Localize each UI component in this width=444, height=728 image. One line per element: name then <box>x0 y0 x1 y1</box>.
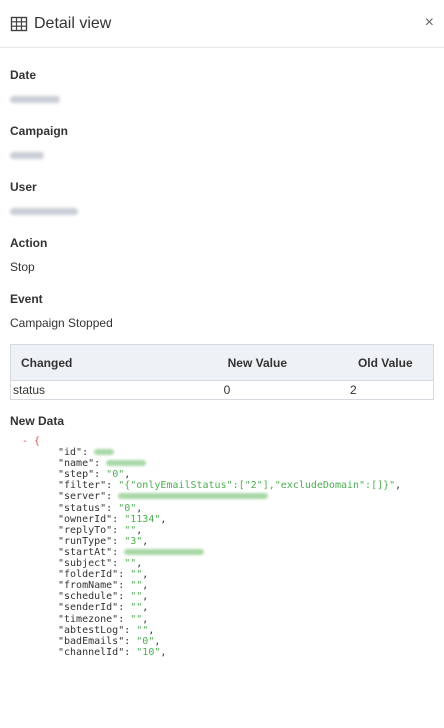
column-header-new-value: New Value <box>91 344 348 381</box>
json-line: "subject": "", <box>58 558 143 570</box>
json-viewer: - { "id": "name": "step": "0", "filter": … <box>10 436 434 658</box>
json-key: "channelId": <box>58 646 137 658</box>
json-line: "status": "0", <box>58 502 143 514</box>
json-line: "senderId": "", <box>58 602 149 614</box>
json-key: "startAt": <box>58 546 125 558</box>
event-label: Event <box>10 292 43 306</box>
json-value: "" <box>130 613 143 625</box>
column-header-changed: Changed <box>10 344 92 381</box>
json-key: "replyTo": <box>58 524 125 536</box>
json-value: "0" <box>136 635 155 647</box>
json-value: "0" <box>118 502 137 514</box>
json-line: "server": <box>22 491 434 502</box>
table-cell: status <box>10 380 92 400</box>
json-value-redacted <box>118 493 269 500</box>
json-value-redacted <box>106 460 147 467</box>
modal-header: Detail view × <box>0 0 444 48</box>
json-key: "name": <box>58 458 107 470</box>
json-key: "abtestLog": <box>58 624 137 636</box>
json-line: "schedule": "", <box>58 591 149 603</box>
json-line: "runType": "3", <box>58 535 149 547</box>
date-label: Date <box>10 68 37 82</box>
json-value: "10" <box>136 646 161 658</box>
changes-table: Changed New Value Old Value status 0 2 <box>10 344 434 400</box>
json-value: "" <box>130 602 143 614</box>
json-value: "" <box>130 580 143 592</box>
json-key: "fromName": <box>58 580 131 592</box>
json-value: "" <box>130 569 143 581</box>
campaign-label: Campaign <box>10 124 69 138</box>
json-key: "id": <box>58 447 95 459</box>
table-cell: 2 <box>347 380 434 400</box>
json-line: "name": <box>22 458 434 469</box>
json-line: "channelId": "10", <box>58 646 167 658</box>
json-line: "abtestLog": "", <box>58 624 155 636</box>
json-value: "1134" <box>124 513 161 525</box>
json-key: "ownerId": <box>58 513 125 525</box>
new-data-label: New Data <box>10 414 65 428</box>
json-key: "folderId": <box>58 569 131 581</box>
user-value-redacted <box>10 204 434 218</box>
action-value: Stop <box>10 260 35 274</box>
table-row: status 0 2 <box>10 380 434 400</box>
json-line: "filter": "{"onlyEmailStatus":["2"],"exc… <box>58 480 402 492</box>
user-label: User <box>10 180 37 194</box>
json-key: "schedule": <box>58 591 131 603</box>
json-key: "subject": <box>58 558 125 570</box>
json-value-redacted <box>124 548 205 555</box>
detail-body: Date Campaign User Action Stop Event Cam… <box>0 68 444 658</box>
modal-title: Detail view <box>34 14 112 32</box>
close-icon[interactable]: × <box>425 14 434 32</box>
json-line: "fromName": "", <box>58 580 149 592</box>
json-key: "timezone": <box>58 613 131 625</box>
json-line: "folderId": "", <box>58 569 149 581</box>
table-cell: 0 <box>91 380 348 400</box>
json-line: "badEmails": "0", <box>58 635 161 647</box>
json-value: "3" <box>124 535 143 547</box>
campaign-value-redacted <box>10 148 434 162</box>
json-value: "" <box>124 524 137 536</box>
table-grid-icon <box>10 15 28 33</box>
collapse-toggle[interactable]: - { <box>22 436 40 447</box>
json-value: "{"onlyEmailStatus":["2"],"excludeDomain… <box>118 480 396 492</box>
json-key: "step": <box>58 469 107 481</box>
date-value-redacted <box>10 92 434 106</box>
column-header-old-value: Old Value <box>347 344 434 381</box>
json-key: "server": <box>58 491 119 503</box>
json-key: "status": <box>58 502 119 514</box>
json-value: "0" <box>106 469 125 481</box>
action-label: Action <box>10 236 48 250</box>
json-line: "replyTo": "", <box>58 524 143 536</box>
json-key: "runType": <box>58 535 125 547</box>
json-value: "" <box>124 558 137 570</box>
event-value: Campaign Stopped <box>10 316 113 330</box>
json-value: "" <box>136 624 149 636</box>
json-key: "filter": <box>58 480 119 492</box>
json-line: "ownerId": "1134", <box>58 513 167 525</box>
json-key: "badEmails": <box>58 635 137 647</box>
json-line: "step": "0", <box>58 469 131 481</box>
json-line: "startAt": <box>22 547 434 558</box>
json-line: "id": <box>22 447 434 458</box>
json-value: "" <box>130 591 143 603</box>
json-line: "timezone": "", <box>58 613 149 625</box>
json-value-redacted <box>94 449 115 456</box>
table-header-row: Changed New Value Old Value <box>10 344 434 381</box>
json-key: "senderId": <box>58 602 131 614</box>
